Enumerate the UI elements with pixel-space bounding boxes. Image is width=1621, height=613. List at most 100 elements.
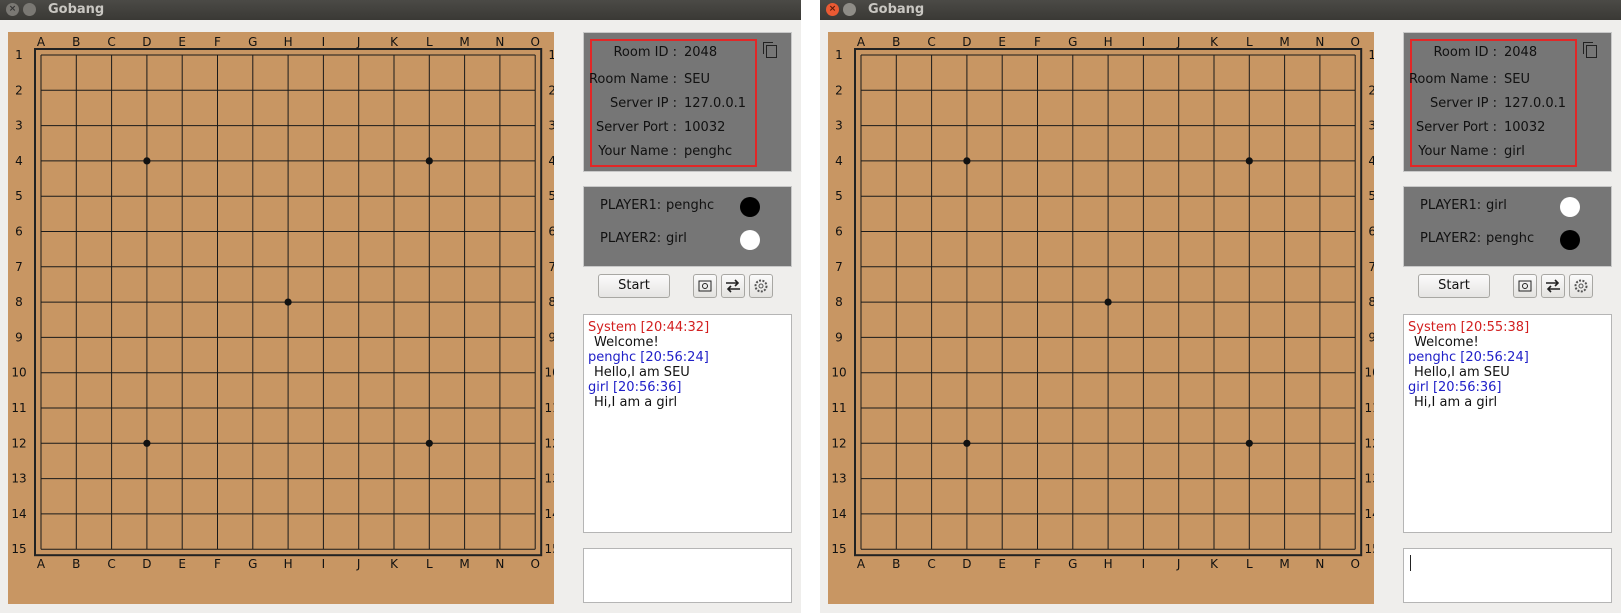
- row-label-left: 6: [835, 225, 843, 239]
- column-label-top: F: [1034, 35, 1041, 49]
- start-button[interactable]: Start: [598, 274, 670, 298]
- row-label-left: 11: [831, 401, 846, 415]
- star-point: [284, 298, 292, 306]
- room-name-value: SEU: [1504, 72, 1530, 87]
- maximize-icon[interactable]: [843, 3, 856, 16]
- chat-line: Welcome!: [594, 335, 659, 350]
- star-point: [963, 157, 971, 165]
- chat-log[interactable]: System [20:44:32] Welcome! penghc [20:56…: [583, 314, 792, 533]
- row-label-left: 15: [11, 542, 26, 556]
- chat-input[interactable]: [1403, 548, 1612, 603]
- column-label-top: A: [37, 35, 46, 49]
- star-point: [143, 439, 151, 447]
- title-bar: × Gobang: [820, 0, 1621, 20]
- column-label-bottom: C: [107, 557, 115, 571]
- column-label-top: O: [1350, 35, 1359, 49]
- column-label-bottom: N: [1315, 557, 1324, 571]
- swap-icon: [726, 279, 740, 293]
- column-label-bottom: E: [998, 557, 1006, 571]
- start-button[interactable]: Start: [1418, 274, 1490, 298]
- your-name-label: Your Name :: [1418, 144, 1497, 159]
- column-label-bottom: I: [322, 557, 326, 571]
- row-label-right: 4: [1368, 154, 1374, 168]
- server-ip-value: 127.0.0.1: [1504, 96, 1567, 111]
- text-caret: [1410, 555, 1411, 571]
- maximize-icon[interactable]: [23, 3, 36, 16]
- row-label-right: 15: [545, 542, 554, 556]
- column-label-top: M: [459, 35, 469, 49]
- column-label-bottom: J: [356, 557, 361, 571]
- row-label-left: 15: [831, 542, 846, 556]
- column-label-top: G: [1068, 35, 1077, 49]
- row-label-left: 10: [831, 366, 846, 380]
- player1-label: PLAYER1:: [600, 198, 662, 213]
- gobang-window-2: × Gobang AA11BB22CC33DD44EE55FF66GG77HH8…: [820, 0, 1621, 613]
- game-board[interactable]: A A 1 1 B B 2 2 C C 3 3 D D 4 4 E E 5 5 F F 6 6 G G 7 7 H H 8 8 I I 9 9 J J 10…: [828, 32, 1374, 604]
- chat-input[interactable]: [583, 548, 792, 603]
- swap-button[interactable]: [721, 274, 745, 298]
- column-label-bottom: L: [426, 557, 433, 571]
- server-port-value: 10032: [1504, 120, 1546, 135]
- player1-stone-icon: [740, 197, 760, 217]
- column-label-top: K: [390, 35, 399, 49]
- window-title: Gobang: [868, 2, 925, 17]
- row-label-right: 2: [548, 83, 554, 97]
- server-port-label: Server Port :: [1415, 120, 1497, 135]
- row-label-right: 6: [1368, 225, 1374, 239]
- column-label-top: A: [857, 35, 866, 49]
- row-label-right: 8: [548, 295, 554, 309]
- column-label-top: B: [72, 35, 80, 49]
- server-ip-label: Server IP :: [610, 96, 677, 111]
- settings-button[interactable]: [749, 274, 773, 298]
- column-label-bottom: H: [1104, 557, 1113, 571]
- row-label-left: 4: [835, 154, 843, 168]
- server-ip-value: 127.0.0.1: [684, 96, 747, 111]
- column-label-bottom: F: [1034, 557, 1041, 571]
- row-label-right: 13: [545, 472, 554, 486]
- row-label-right: 15: [1365, 542, 1374, 556]
- column-label-top: I: [1142, 35, 1146, 49]
- column-label-bottom: D: [962, 557, 971, 571]
- row-label-right: 2: [1368, 83, 1374, 97]
- row-label-left: 13: [11, 472, 26, 486]
- chat-line: penghc [20:56:24]: [588, 350, 709, 365]
- settings-button[interactable]: [1569, 274, 1593, 298]
- room-info-panel: Room ID : 2048 Room Name : SEU Server IP :…: [1403, 32, 1612, 172]
- column-label-bottom: B: [892, 557, 900, 571]
- chat-line: Hi,I am a girl: [1414, 395, 1498, 410]
- column-label-top: J: [356, 35, 361, 49]
- chat-line: Hello,I am SEU: [594, 365, 690, 380]
- column-label-bottom: I: [1142, 557, 1146, 571]
- row-label-left: 1: [835, 48, 843, 62]
- column-label-bottom: G: [248, 557, 257, 571]
- player1-name: penghc: [666, 198, 715, 213]
- column-label-top: C: [107, 35, 115, 49]
- column-label-bottom: K: [390, 557, 399, 571]
- screenshot-icon: [698, 280, 712, 292]
- screenshot-button[interactable]: [1513, 274, 1537, 298]
- room-id-label: Room ID :: [613, 45, 677, 60]
- game-board[interactable]: A A 1 1 B B 2 2 C C 3 3 D D 4 4 E E 5 5 F F 6 6 G G 7 7 H H 8 8 I I 9 9 J J 10…: [8, 32, 554, 604]
- row-label-right: 7: [1368, 260, 1374, 274]
- row-label-right: 9: [1368, 330, 1374, 344]
- room-info-highlight: Room ID : 2048 Room Name : SEU Server IP :…: [588, 39, 757, 167]
- column-label-top: N: [1315, 35, 1324, 49]
- swap-button[interactable]: [1541, 274, 1565, 298]
- chat-log[interactable]: System [20:55:38] Welcome! penghc [20:56…: [1403, 314, 1612, 533]
- row-label-right: 1: [1368, 48, 1374, 62]
- screenshot-button[interactable]: [693, 274, 717, 298]
- room-name-label: Room Name :: [588, 72, 677, 87]
- row-label-right: 8: [1368, 295, 1374, 309]
- window-title: Gobang: [48, 2, 105, 17]
- copy-icon[interactable]: [1583, 42, 1597, 58]
- column-label-top: E: [998, 35, 1006, 49]
- copy-icon[interactable]: [763, 42, 777, 58]
- column-label-bottom: M: [1279, 557, 1289, 571]
- star-point: [425, 157, 433, 165]
- column-label-bottom: F: [214, 557, 221, 571]
- close-icon[interactable]: ×: [6, 3, 19, 16]
- room-info-highlight: Room ID : 2048 Room Name : SEU Server IP :…: [1409, 39, 1577, 167]
- row-label-right: 4: [548, 154, 554, 168]
- close-icon[interactable]: ×: [826, 3, 839, 16]
- column-label-bottom: E: [178, 557, 186, 571]
